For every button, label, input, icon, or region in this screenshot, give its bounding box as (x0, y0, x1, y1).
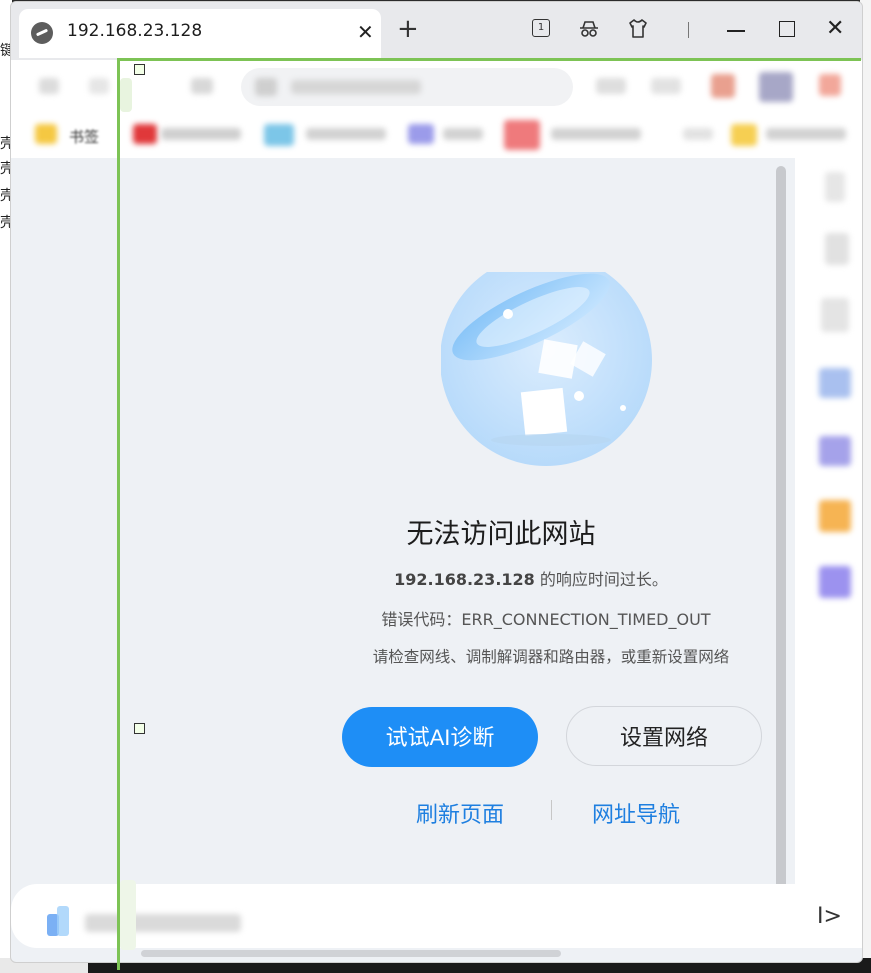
tab-close-icon[interactable]: ✕ (357, 20, 374, 44)
tab-active[interactable]: 192.168.23.128 ✕ (19, 9, 381, 58)
new-tab-button[interactable]: + (397, 16, 419, 42)
bookmark-folder-icon (35, 124, 57, 144)
tab-bar: 192.168.23.128 ✕ + 1 ✕ (11, 2, 862, 60)
selection-handle[interactable] (134, 723, 145, 734)
tab-count-icon: 1 (532, 19, 550, 37)
browser-logo-icon (31, 22, 53, 44)
bookmark-item-label[interactable]: 书签 (69, 126, 99, 147)
selection-handle[interactable] (134, 64, 145, 75)
skin-icon[interactable] (626, 17, 650, 41)
selection-edge-highlight (120, 880, 136, 950)
tab-count-button[interactable]: 1 (530, 17, 554, 41)
toolbar-separator (688, 22, 689, 38)
incognito-icon[interactable] (577, 17, 601, 41)
window-close-icon[interactable]: ✕ (826, 16, 844, 41)
maximize-icon[interactable] (779, 21, 795, 37)
forward-icon[interactable] (89, 78, 109, 94)
minimize-icon[interactable] (727, 30, 745, 32)
back-icon[interactable] (39, 78, 59, 94)
selection-edge-highlight (120, 78, 132, 112)
selection-rectangle[interactable] (117, 58, 861, 970)
tab-title: 192.168.23.128 (67, 21, 203, 41)
download-icon[interactable] (47, 906, 71, 936)
